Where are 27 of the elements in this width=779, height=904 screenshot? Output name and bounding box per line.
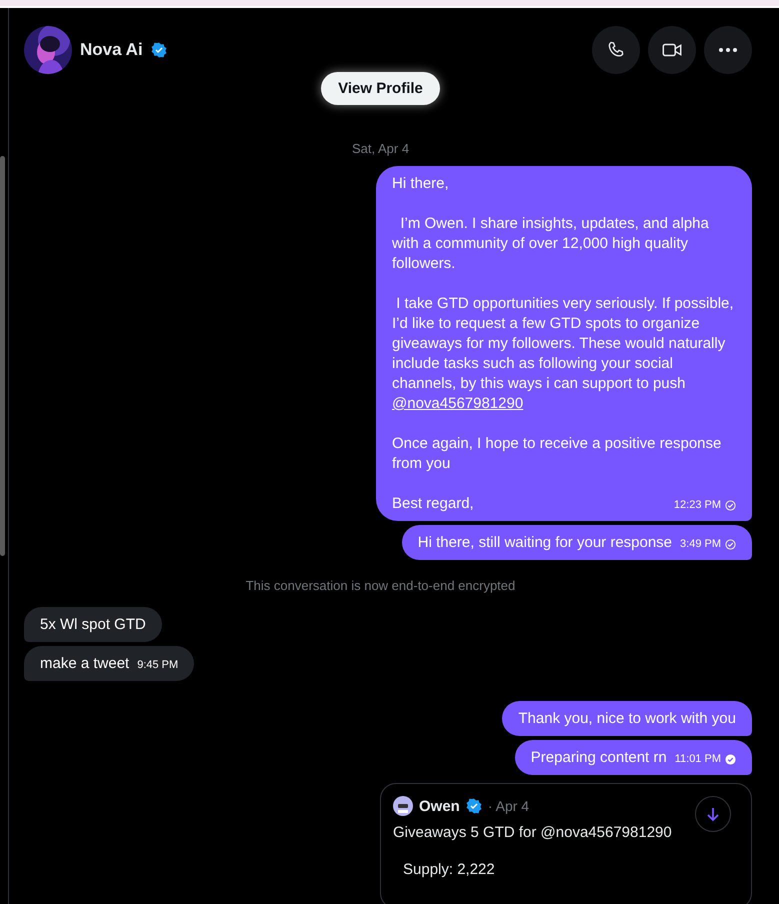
received-message: 5x Wl spot GTD (24, 607, 162, 642)
date-divider: Sat, Apr 4 (352, 141, 410, 156)
sent-message: Preparing content rn 11:01 PM (514, 740, 752, 775)
read-check-icon (725, 754, 736, 764)
scroll-down-button[interactable] (695, 796, 731, 832)
tweet-detail: Supply: 2,222 (403, 861, 496, 878)
author-name: Owen (419, 798, 460, 814)
tweet-card[interactable]: Owen · Apr 4 Giveaways 5 GTD for @nova4567981290 Supply: 2,222 (380, 783, 752, 904)
encryption-notice: This conversation is now end-to-end encrypted (246, 578, 516, 593)
contact-name: Nova Ai (80, 40, 143, 60)
author-avatar (393, 796, 413, 816)
sent-message: Hi there, I’m Owen. I share insights, updates, and alpha with a community of over 12,000 high quality followers. I take GTD opportunities very seriously. If possible, I’d like to request a few GTD spots to organize giveaways for my followers. These would naturally include tasks such as following your social channels, by this ways i can support to push @nova4567981290 Once again, I hope to receive a positive response from you Best regard, 12:23 PM (376, 166, 752, 521)
tweet-date: · Apr 4 (488, 798, 530, 814)
received-message: make a tweet 9:45 PM (24, 646, 194, 681)
video-call-button[interactable] (648, 26, 696, 74)
sent-message: Thank you, nice to work with you (502, 701, 752, 736)
mention-link[interactable]: @nova4567981290 (392, 395, 524, 412)
more-icon (719, 48, 737, 52)
tweet-text: Giveaways 5 GTD for @nova4567981290 (393, 824, 673, 841)
scrollbar[interactable] (0, 156, 5, 556)
call-button[interactable] (592, 26, 640, 74)
arrow-down-icon (705, 806, 721, 822)
sent-message: Hi there, still waiting for your response 3:49 PM (402, 525, 752, 560)
sent-check-icon (725, 538, 736, 550)
view-profile-button[interactable]: View Profile (321, 72, 440, 105)
sent-check-icon (725, 500, 736, 510)
avatar[interactable] (24, 26, 72, 74)
